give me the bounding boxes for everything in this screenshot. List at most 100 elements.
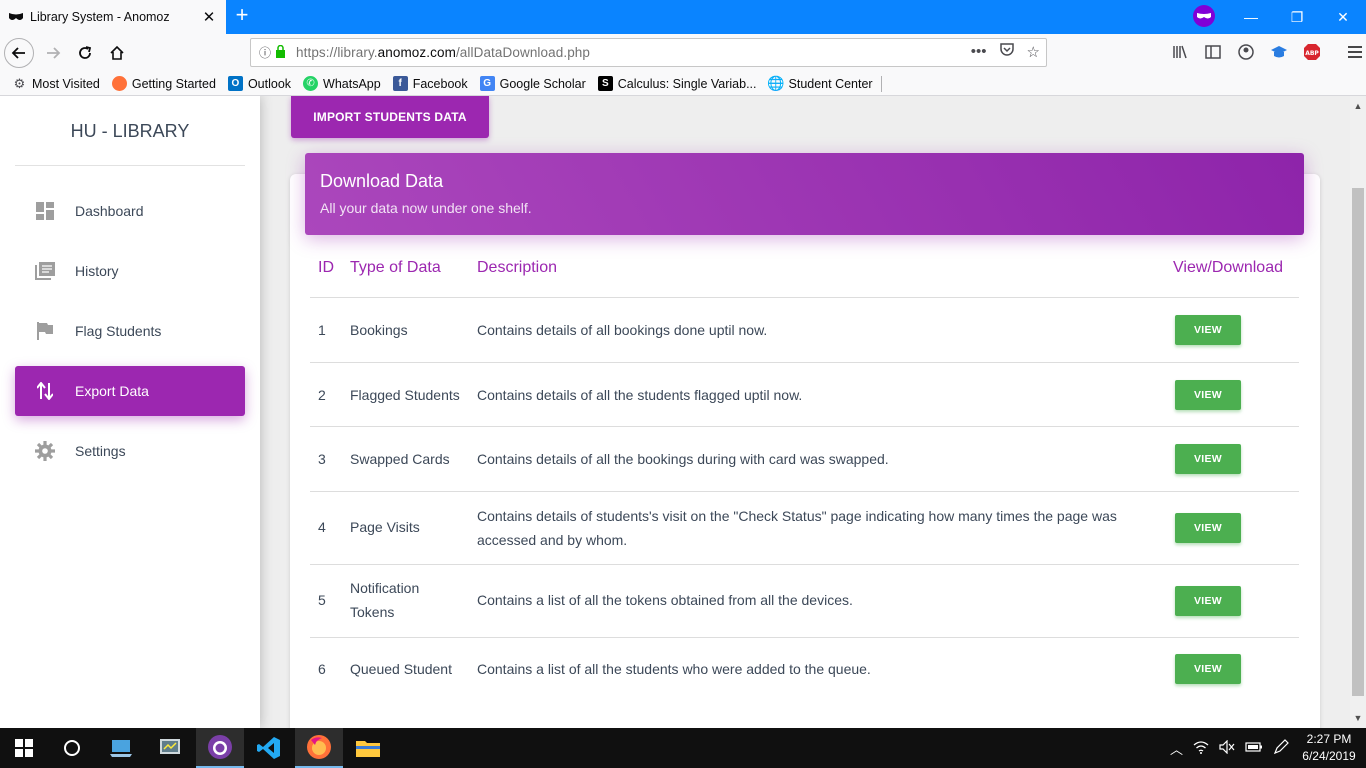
clock-date: 6/24/2019 (1302, 749, 1356, 763)
library-icon[interactable] (1170, 42, 1190, 62)
table-row: 4 Page Visits Contains details of studen… (310, 491, 1299, 564)
bookmarks-toolbar: ⚙ Most Visited Getting Started O Outlook ✆… (0, 72, 1366, 96)
bookmark-getting-started[interactable]: Getting Started (111, 76, 216, 91)
close-tab-icon[interactable]: ✕ (200, 8, 218, 26)
sidebar-item-dashboard[interactable]: Dashboard (15, 186, 245, 236)
dashboard-icon (35, 201, 55, 221)
system-tray: ︿ (1170, 728, 1289, 768)
column-header-type: Type of Data (350, 259, 441, 276)
firefox-icon (111, 76, 127, 91)
hamburger-menu-icon[interactable] (1345, 42, 1365, 62)
bookmark-separator (880, 75, 882, 92)
more-actions-icon[interactable]: ••• (971, 43, 987, 60)
taskbar-clock[interactable]: 2:27 PM 6/24/2019 (1296, 731, 1362, 765)
pocket-icon[interactable] (999, 42, 1015, 61)
firefox-icon[interactable] (295, 728, 343, 768)
reload-icon[interactable] (70, 38, 100, 68)
sidebar-toggle-icon[interactable] (1203, 42, 1223, 62)
new-tab-button[interactable]: + (230, 4, 254, 28)
scroll-thumb[interactable] (1352, 188, 1364, 696)
row-description: Contains details of all bookings done up… (477, 322, 768, 338)
forward-arrow-icon[interactable] (38, 38, 68, 68)
table-row: 5 Notification Tokens Contains a list of… (310, 564, 1299, 637)
column-header-id: ID (318, 259, 334, 276)
table-row: 6 Queued Student Contains a list of all … (310, 637, 1299, 701)
row-id: 1 (318, 322, 326, 338)
windows-start-icon[interactable] (0, 728, 48, 768)
home-icon[interactable] (102, 38, 132, 68)
battery-icon[interactable] (1245, 741, 1263, 756)
bookmark-google-scholar[interactable]: G Google Scholar (479, 76, 586, 91)
bookmark-whatsapp[interactable]: ✆ WhatsApp (303, 76, 381, 91)
adblock-plus-icon[interactable]: ABP (1302, 42, 1322, 62)
coursera-icon: S (597, 76, 613, 91)
browser-tab[interactable]: Library System - Anomoz ✕ (0, 0, 226, 34)
view-button[interactable]: VIEW (1175, 380, 1241, 410)
row-id: 4 (318, 519, 326, 535)
control-panel-icon[interactable] (146, 728, 194, 768)
restore-icon[interactable]: ❐ (1274, 0, 1320, 34)
row-description: Contains a list of all the students who … (477, 661, 871, 677)
sidebar-item-label: History (75, 263, 119, 279)
file-explorer-icon[interactable] (344, 728, 392, 768)
page-scrollbar[interactable]: ▲ ▼ (1350, 96, 1366, 728)
view-button[interactable]: VIEW (1175, 586, 1241, 616)
table-row: 1 Bookings Contains details of all booki… (310, 297, 1299, 362)
sidebar-item-history[interactable]: History (15, 246, 245, 296)
table-row: 3 Swapped Cards Contains details of all … (310, 426, 1299, 491)
url-text: https://library.anomoz.com/allDataDownlo… (296, 45, 591, 60)
row-id: 2 (318, 387, 326, 403)
row-type: Page Visits (350, 519, 420, 535)
volume-muted-icon[interactable] (1219, 739, 1235, 757)
vscode-icon[interactable] (245, 728, 293, 768)
info-icon[interactable]: ⓘ (259, 44, 271, 61)
sidebar: HU - LIBRARY Dashboard History Flag Stud… (0, 96, 260, 728)
tab-title: Library System - Anomoz (30, 10, 170, 24)
sidebar-item-label: Settings (75, 443, 126, 459)
search-circle-icon[interactable] (48, 728, 96, 768)
gear-icon: ⚙ (13, 75, 26, 91)
scroll-up-icon[interactable]: ▲ (1350, 98, 1366, 114)
url-bar[interactable]: ⓘ https://library.anomoz.com/allDataDown… (250, 38, 1047, 67)
mask-favicon-icon (8, 9, 24, 25)
back-arrow-icon[interactable] (4, 38, 34, 68)
row-id: 6 (318, 661, 326, 677)
bookmark-facebook[interactable]: f Facebook (392, 76, 468, 91)
row-id: 3 (318, 451, 326, 467)
bookmark-star-icon[interactable]: ☆ (1027, 43, 1040, 61)
graduation-cap-icon[interactable] (1269, 42, 1289, 62)
sidebar-item-flag-students[interactable]: Flag Students (15, 306, 245, 356)
bookmark-most-visited[interactable]: ⚙ Most Visited (12, 76, 100, 91)
view-button[interactable]: VIEW (1175, 444, 1241, 474)
minimize-icon[interactable]: — (1228, 0, 1274, 34)
view-button[interactable]: VIEW (1175, 513, 1241, 543)
computer-icon[interactable] (98, 728, 146, 768)
globe-icon: 🌐 (767, 75, 785, 91)
sidebar-item-export-data[interactable]: Export Data (15, 366, 245, 416)
page-viewport: HU - LIBRARY Dashboard History Flag Stud… (0, 96, 1350, 728)
close-window-icon[interactable]: ✕ (1320, 0, 1366, 34)
wifi-icon[interactable] (1193, 740, 1209, 757)
import-students-data-button[interactable]: IMPORT STUDENTS DATA (291, 96, 489, 138)
row-type: Queued Student (350, 661, 452, 677)
account-icon[interactable] (1236, 42, 1256, 62)
view-button[interactable]: VIEW (1175, 654, 1241, 684)
sidebar-item-settings[interactable]: Settings (15, 426, 245, 476)
table-row: 2 Flagged Students Contains details of a… (310, 362, 1299, 426)
bookmark-calculus[interactable]: S Calculus: Single Variab... (597, 76, 757, 91)
chevron-up-icon[interactable]: ︿ (1170, 739, 1183, 758)
bookmark-student-center[interactable]: 🌐 Student Center (767, 75, 872, 91)
row-type: Notification Tokens (350, 580, 420, 620)
windows-taskbar: ︿ 2:27 PM 6/24/2019 (0, 728, 1366, 768)
history-icon (35, 261, 55, 281)
outlook-icon: O (227, 76, 243, 91)
card-header: Download Data All your data now under on… (305, 153, 1304, 235)
row-description: Contains details of students's visit on … (477, 508, 1117, 548)
scroll-down-icon[interactable]: ▼ (1350, 710, 1366, 726)
tor-browser-icon[interactable] (196, 728, 244, 768)
view-button[interactable]: VIEW (1175, 315, 1241, 345)
bookmark-outlook[interactable]: O Outlook (227, 76, 291, 91)
brand-title: HU - LIBRARY (15, 96, 245, 166)
sidebar-item-label: Flag Students (75, 323, 162, 339)
pen-icon[interactable] (1273, 738, 1289, 758)
